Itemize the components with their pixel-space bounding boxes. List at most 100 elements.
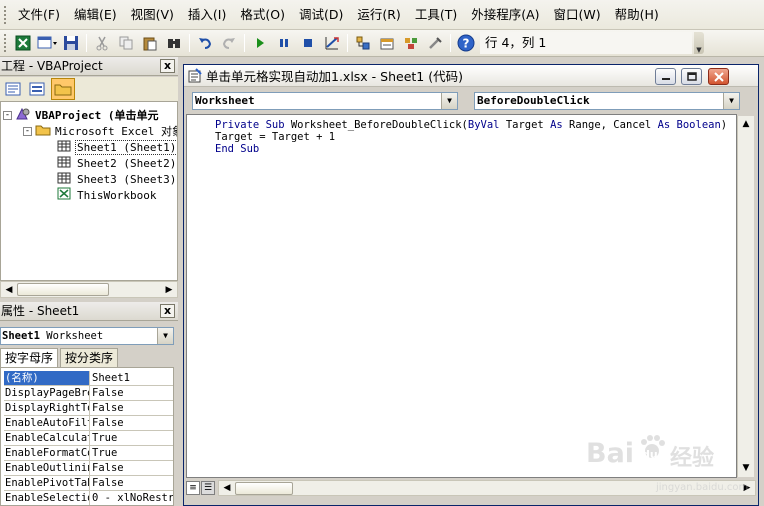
menu-debug[interactable]: 调试(D) [292, 0, 350, 30]
project-explorer-icon[interactable] [352, 32, 374, 54]
toolbar-grip[interactable] [3, 33, 7, 53]
menu-window[interactable]: 窗口(W) [547, 0, 608, 30]
object-select[interactable]: Worksheet ▼ [192, 92, 458, 110]
property-row[interactable]: EnableSelectio 0 - xlNoRestr [4, 491, 173, 505]
property-row[interactable]: EnableCalculat True [4, 431, 173, 446]
property-row[interactable]: EnableFormatCo True [4, 446, 173, 461]
find-icon[interactable] [163, 32, 185, 54]
code-line[interactable]: Target = Target + 1 [215, 131, 335, 143]
code-editor[interactable]: Private Sub Worksheet_BeforeDoubleClick(… [186, 114, 737, 478]
object-browser-icon[interactable] [400, 32, 422, 54]
tree-item-excel-objects[interactable]: - Microsoft Excel 对象 [23, 123, 177, 139]
procedure-view-button[interactable]: ≡ [186, 481, 200, 495]
tab-alphabetic[interactable]: 按字母序 [0, 348, 59, 367]
property-row[interactable]: EnableAutoFilt False [4, 416, 173, 431]
menu-run[interactable]: 运行(R) [350, 0, 407, 30]
properties-pane-title-bar[interactable]: 属性 - Sheet1 x [0, 302, 178, 321]
tree-item-thisworkbook[interactable]: ThisWorkbook [57, 187, 158, 203]
scroll-left-arrow-icon[interactable]: ◀ [1, 282, 17, 297]
scroll-right-arrow-icon[interactable]: ▶ [739, 481, 755, 496]
cut-icon[interactable] [91, 32, 113, 54]
scroll-left-arrow-icon[interactable]: ◀ [219, 481, 235, 496]
restore-button[interactable] [681, 68, 702, 85]
standard-toolbar: ? 行 4，列 1 ▼ [0, 30, 764, 57]
scroll-right-arrow-icon[interactable]: ▶ [161, 282, 177, 297]
code-vscrollbar[interactable]: ▲ ▼ [737, 116, 754, 477]
tree-item-sheet1[interactable]: Sheet1 (Sheet1) [57, 139, 177, 155]
scroll-down-arrow-icon[interactable]: ▼ [738, 460, 754, 476]
property-value[interactable]: False [90, 401, 173, 415]
procedure-select[interactable]: BeforeDoubleClick ▼ [474, 92, 740, 110]
property-row[interactable]: (名称) Sheet1 [4, 371, 173, 386]
menu-insert[interactable]: 插入(I) [181, 0, 233, 30]
sheet-icon [57, 156, 71, 171]
break-icon[interactable] [273, 32, 295, 54]
property-row[interactable]: DisplayPageBre False [4, 386, 173, 401]
tree-expander[interactable]: - [23, 126, 32, 136]
chevron-down-icon[interactable]: ▼ [441, 93, 457, 109]
view-object-icon[interactable] [27, 79, 47, 99]
code-line[interactable]: Private Sub Worksheet_BeforeDoubleClick(… [215, 119, 727, 131]
property-row[interactable]: DisplayRightTo False [4, 401, 173, 416]
scroll-up-arrow-icon[interactable]: ▲ [738, 116, 754, 132]
tab-categorized[interactable]: 按分类序 [60, 348, 119, 367]
properties-pane-close-button[interactable]: x [160, 304, 175, 318]
menu-file[interactable]: 文件(F) [11, 0, 67, 30]
undo-icon[interactable] [194, 32, 216, 54]
toolbar-separator [189, 34, 190, 52]
property-value[interactable]: True [90, 446, 173, 460]
toggle-folders-icon[interactable] [51, 78, 75, 100]
menu-edit[interactable]: 编辑(E) [67, 0, 124, 30]
save-icon[interactable] [60, 32, 82, 54]
view-code-icon[interactable] [3, 79, 23, 99]
menu-view[interactable]: 视图(V) [124, 0, 181, 30]
menu-tools[interactable]: 工具(T) [408, 0, 464, 30]
property-value[interactable]: False [90, 461, 173, 475]
design-mode-icon[interactable] [321, 32, 343, 54]
full-module-view-button[interactable]: ☰ [201, 481, 215, 495]
run-icon[interactable] [249, 32, 271, 54]
menu-format[interactable]: 格式(O) [233, 0, 292, 30]
property-value[interactable]: 0 - xlNoRestr [90, 491, 173, 505]
excel-icon[interactable] [12, 32, 34, 54]
scroll-thumb[interactable] [17, 283, 109, 296]
property-row[interactable]: EnablePivotTab False [4, 476, 173, 491]
project-pane-title-bar[interactable]: 工程 - VBAProject x [0, 57, 178, 76]
tree-item-sheet2[interactable]: Sheet2 (Sheet2) [57, 155, 177, 171]
menubar-grip[interactable] [3, 4, 7, 25]
code-window-title-bar[interactable]: 单击单元格实现自动加1.xlsx - Sheet1 (代码) [184, 65, 758, 87]
code-keyword: ByVal [467, 119, 506, 131]
property-value[interactable]: False [90, 416, 173, 430]
property-value[interactable]: False [90, 476, 173, 490]
redo-icon[interactable] [218, 32, 240, 54]
code-line[interactable]: End Sub [215, 143, 259, 155]
chevron-down-icon[interactable]: ▼ [723, 93, 739, 109]
project-pane-close-button[interactable]: x [160, 59, 175, 73]
tree-expander[interactable]: - [3, 110, 12, 120]
menu-help[interactable]: 帮助(H) [608, 0, 666, 30]
close-button[interactable] [708, 68, 729, 85]
toolbar-options-chevron[interactable]: ▼ [694, 32, 704, 54]
code-text: Target [505, 119, 551, 131]
chevron-down-icon[interactable]: ▼ [157, 328, 173, 344]
help-icon[interactable]: ? [455, 32, 477, 54]
tree-item-vbaproject[interactable]: - VBAProject (单击单元 [3, 107, 158, 123]
menu-bar: 文件(F) 编辑(E) 视图(V) 插入(I) 格式(O) 调试(D) 运行(R… [0, 0, 764, 30]
toolbox-icon[interactable] [424, 32, 446, 54]
copy-icon[interactable] [115, 32, 137, 54]
minimize-button[interactable] [655, 68, 676, 85]
property-value[interactable]: False [90, 386, 173, 400]
properties-object-select[interactable]: Sheet1 Worksheet ▼ [0, 327, 174, 345]
paste-icon[interactable] [139, 32, 161, 54]
properties-icon[interactable] [376, 32, 398, 54]
tree-item-sheet3[interactable]: Sheet3 (Sheet3) [57, 171, 177, 187]
property-value[interactable]: Sheet1 [90, 371, 173, 385]
property-row[interactable]: EnableOutlinin False [4, 461, 173, 476]
property-value[interactable]: True [90, 431, 173, 445]
insert-module-icon[interactable] [36, 32, 58, 54]
project-tree-hscrollbar[interactable]: ◀ ▶ [0, 281, 178, 298]
menu-addins[interactable]: 外接程序(A) [464, 0, 546, 30]
code-hscrollbar[interactable]: ◀ ▶ [218, 480, 756, 496]
scroll-thumb[interactable] [235, 481, 293, 495]
reset-icon[interactable] [297, 32, 319, 54]
